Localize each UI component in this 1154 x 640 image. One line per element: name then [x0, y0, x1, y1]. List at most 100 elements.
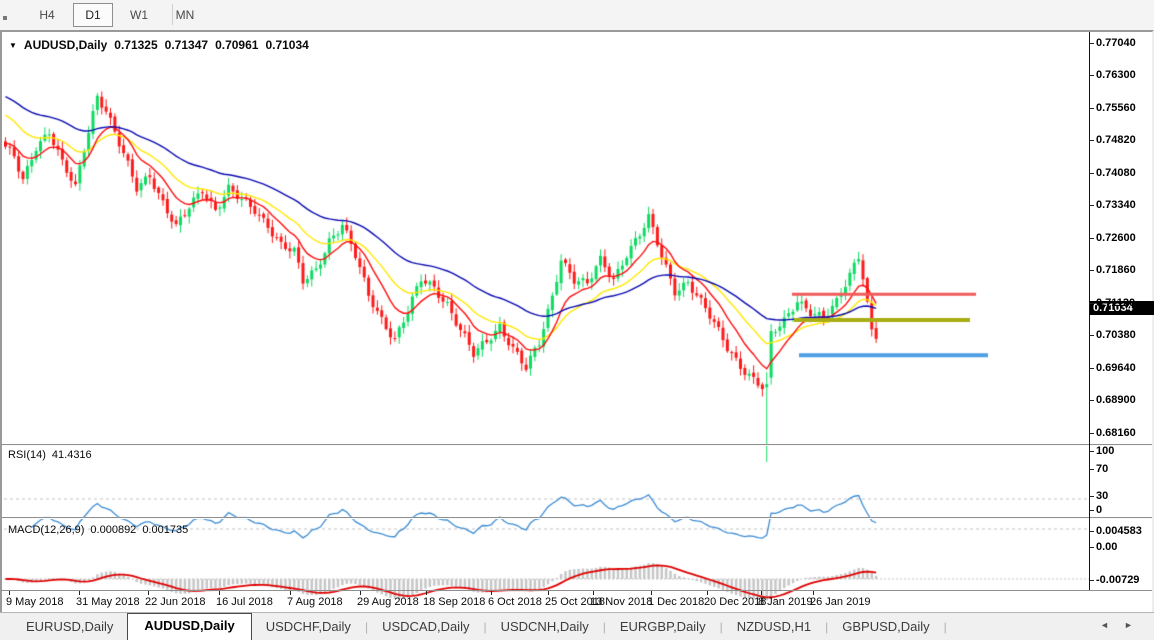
macd-tick-mark — [1089, 580, 1094, 581]
price-low: 0.70961 — [215, 38, 258, 52]
symbol-dropdown-icon[interactable]: ▼ — [9, 41, 17, 50]
price-tick-label: 0.73340 — [1096, 199, 1136, 211]
price-high: 0.71347 — [165, 38, 208, 52]
price-tick-mark — [1089, 303, 1094, 304]
date-tick-mark — [491, 591, 492, 595]
chart-tab-bar: EURUSD,DailyAUDUSD,DailyUSDCHF,Daily | USD… — [0, 612, 1154, 640]
price-tick-mark — [1089, 270, 1094, 271]
date-tick-label: 16 Jul 2018 — [216, 596, 273, 608]
date-tick-label: 29 Aug 2018 — [357, 596, 419, 608]
date-tick-mark — [426, 591, 427, 595]
price-tick-label: 0.74080 — [1096, 167, 1136, 179]
price-tick-label: 0.77040 — [1096, 37, 1136, 49]
price-tick-label: 0.71120 — [1096, 297, 1135, 309]
date-tick-label: 1 Dec 2018 — [648, 596, 704, 608]
rsi-tick-mark — [1089, 451, 1094, 452]
date-tick-label: 6 Oct 2018 — [488, 596, 542, 608]
date-tick-label: 18 Sep 2018 — [423, 596, 485, 608]
timeframe-button-d1[interactable]: D1 — [73, 3, 113, 27]
macd-name: MACD(12,26,9) — [8, 524, 84, 536]
price-tick-label: 0.74820 — [1096, 134, 1136, 146]
macd-tick-label: 0.004583 — [1096, 525, 1142, 537]
price-tick-mark — [1089, 433, 1094, 434]
price-tick-mark — [1089, 140, 1094, 141]
rsi-label: RSI(14) 41.4316 — [8, 449, 92, 461]
tab-audusd[interactable]: AUDUSD,Daily — [127, 613, 251, 640]
rsi-value: 41.4316 — [52, 449, 92, 461]
application-window: H4D1W1MN 0.71034 ▼ AUDUSD,Daily 0.71325 … — [0, 0, 1154, 640]
date-tick-mark — [813, 591, 814, 595]
tab-eurusd[interactable]: EURUSD,Daily — [12, 615, 127, 640]
price-tick-mark — [1089, 173, 1094, 174]
macd-value-main: 0.000892 — [90, 524, 136, 536]
macd-tick-label: 0.00 — [1096, 541, 1117, 553]
chart-canvas[interactable] — [4, 64, 1090, 622]
tab-scroll-left-icon[interactable]: ◄ — [1100, 620, 1109, 630]
rsi-tick-label: 70 — [1096, 463, 1108, 475]
toolbar-overflow-icon — [3, 16, 7, 20]
date-tick-label: 8 Jan 2019 — [758, 596, 812, 608]
date-tick-mark — [707, 591, 708, 595]
date-tick-label: 7 Aug 2018 — [287, 596, 343, 608]
date-tick-mark — [761, 591, 762, 595]
tab-scroll-right-icon[interactable]: ► — [1124, 620, 1133, 630]
price-close: 0.71034 — [265, 38, 308, 52]
price-tick-mark — [1089, 400, 1094, 401]
macd-tick-mark — [1089, 547, 1094, 548]
rsi-tick-mark — [1089, 510, 1094, 511]
date-tick-label: 31 May 2018 — [76, 596, 140, 608]
rsi-name: RSI(14) — [8, 449, 46, 461]
tab-nzdusd[interactable]: NZDUSD,H1 — [723, 615, 825, 640]
date-tick-mark — [9, 591, 10, 595]
price-tick-mark — [1089, 335, 1094, 336]
date-tick-label: 13 Nov 2018 — [590, 596, 652, 608]
date-tick-mark — [290, 591, 291, 595]
rsi-tick-mark — [1089, 469, 1094, 470]
rsi-tick-label: 100 — [1096, 445, 1114, 457]
macd-label: MACD(12,26,9) 0.000892 0.001735 — [8, 524, 188, 536]
timeframe-button-h4[interactable]: H4 — [27, 3, 67, 27]
price-tick-mark — [1089, 43, 1094, 44]
date-tick-mark — [548, 591, 549, 595]
chart-title: ▼ AUDUSD,Daily 0.71325 0.71347 0.70961 0… — [9, 38, 309, 52]
tab-separator: | — [944, 620, 947, 640]
price-tick-label: 0.68900 — [1096, 394, 1136, 406]
macd-tick-label: -0.00729 — [1096, 574, 1139, 586]
price-tick-mark — [1089, 205, 1094, 206]
timeframe-button-w1[interactable]: W1 — [119, 3, 159, 27]
date-tick-mark — [79, 591, 80, 595]
date-axis-separator — [2, 590, 1152, 591]
macd-tick-mark — [1089, 531, 1094, 532]
pane-splitter-highlight — [2, 518, 1152, 519]
price-tick-label: 0.72600 — [1096, 232, 1136, 244]
price-open: 0.71325 — [114, 38, 157, 52]
toolbar-separator — [172, 4, 173, 25]
rsi-tick-label: 30 — [1096, 490, 1108, 502]
chart-symbol: AUDUSD,Daily — [24, 38, 107, 52]
date-tick-label: 26 Jan 2019 — [810, 596, 871, 608]
date-tick-label: 9 May 2018 — [6, 596, 63, 608]
timeframe-button-mn[interactable]: MN — [165, 3, 205, 27]
price-tick-mark — [1089, 238, 1094, 239]
tab-usdchf[interactable]: USDCHF,Daily — [252, 615, 365, 640]
tab-usdcad[interactable]: USDCAD,Daily — [368, 615, 483, 640]
tab-eurgbp[interactable]: EURGBP,Daily — [606, 615, 720, 640]
pane-splitter-highlight — [2, 445, 1152, 446]
price-tick-label: 0.70380 — [1096, 329, 1136, 341]
price-tick-mark — [1089, 108, 1094, 109]
date-tick-mark — [219, 591, 220, 595]
timeframe-buttons: H4D1W1MN — [24, 3, 208, 27]
price-tick-label: 0.76300 — [1096, 69, 1136, 81]
tab-usdcnh[interactable]: USDCNH,Daily — [487, 615, 603, 640]
tab-gbpusd[interactable]: GBPUSD,Daily — [828, 615, 943, 640]
price-tick-label: 0.71860 — [1096, 264, 1136, 276]
price-tick-mark — [1089, 368, 1094, 369]
date-tick-label: 22 Jun 2018 — [145, 596, 206, 608]
price-tick-label: 0.75560 — [1096, 102, 1136, 114]
date-tick-mark — [148, 591, 149, 595]
rsi-tick-label: 0 — [1096, 504, 1102, 516]
price-tick-label: 0.69640 — [1096, 362, 1136, 374]
price-tick-mark — [1089, 75, 1094, 76]
price-tick-label: 0.68160 — [1096, 427, 1136, 439]
date-tick-mark — [651, 591, 652, 595]
